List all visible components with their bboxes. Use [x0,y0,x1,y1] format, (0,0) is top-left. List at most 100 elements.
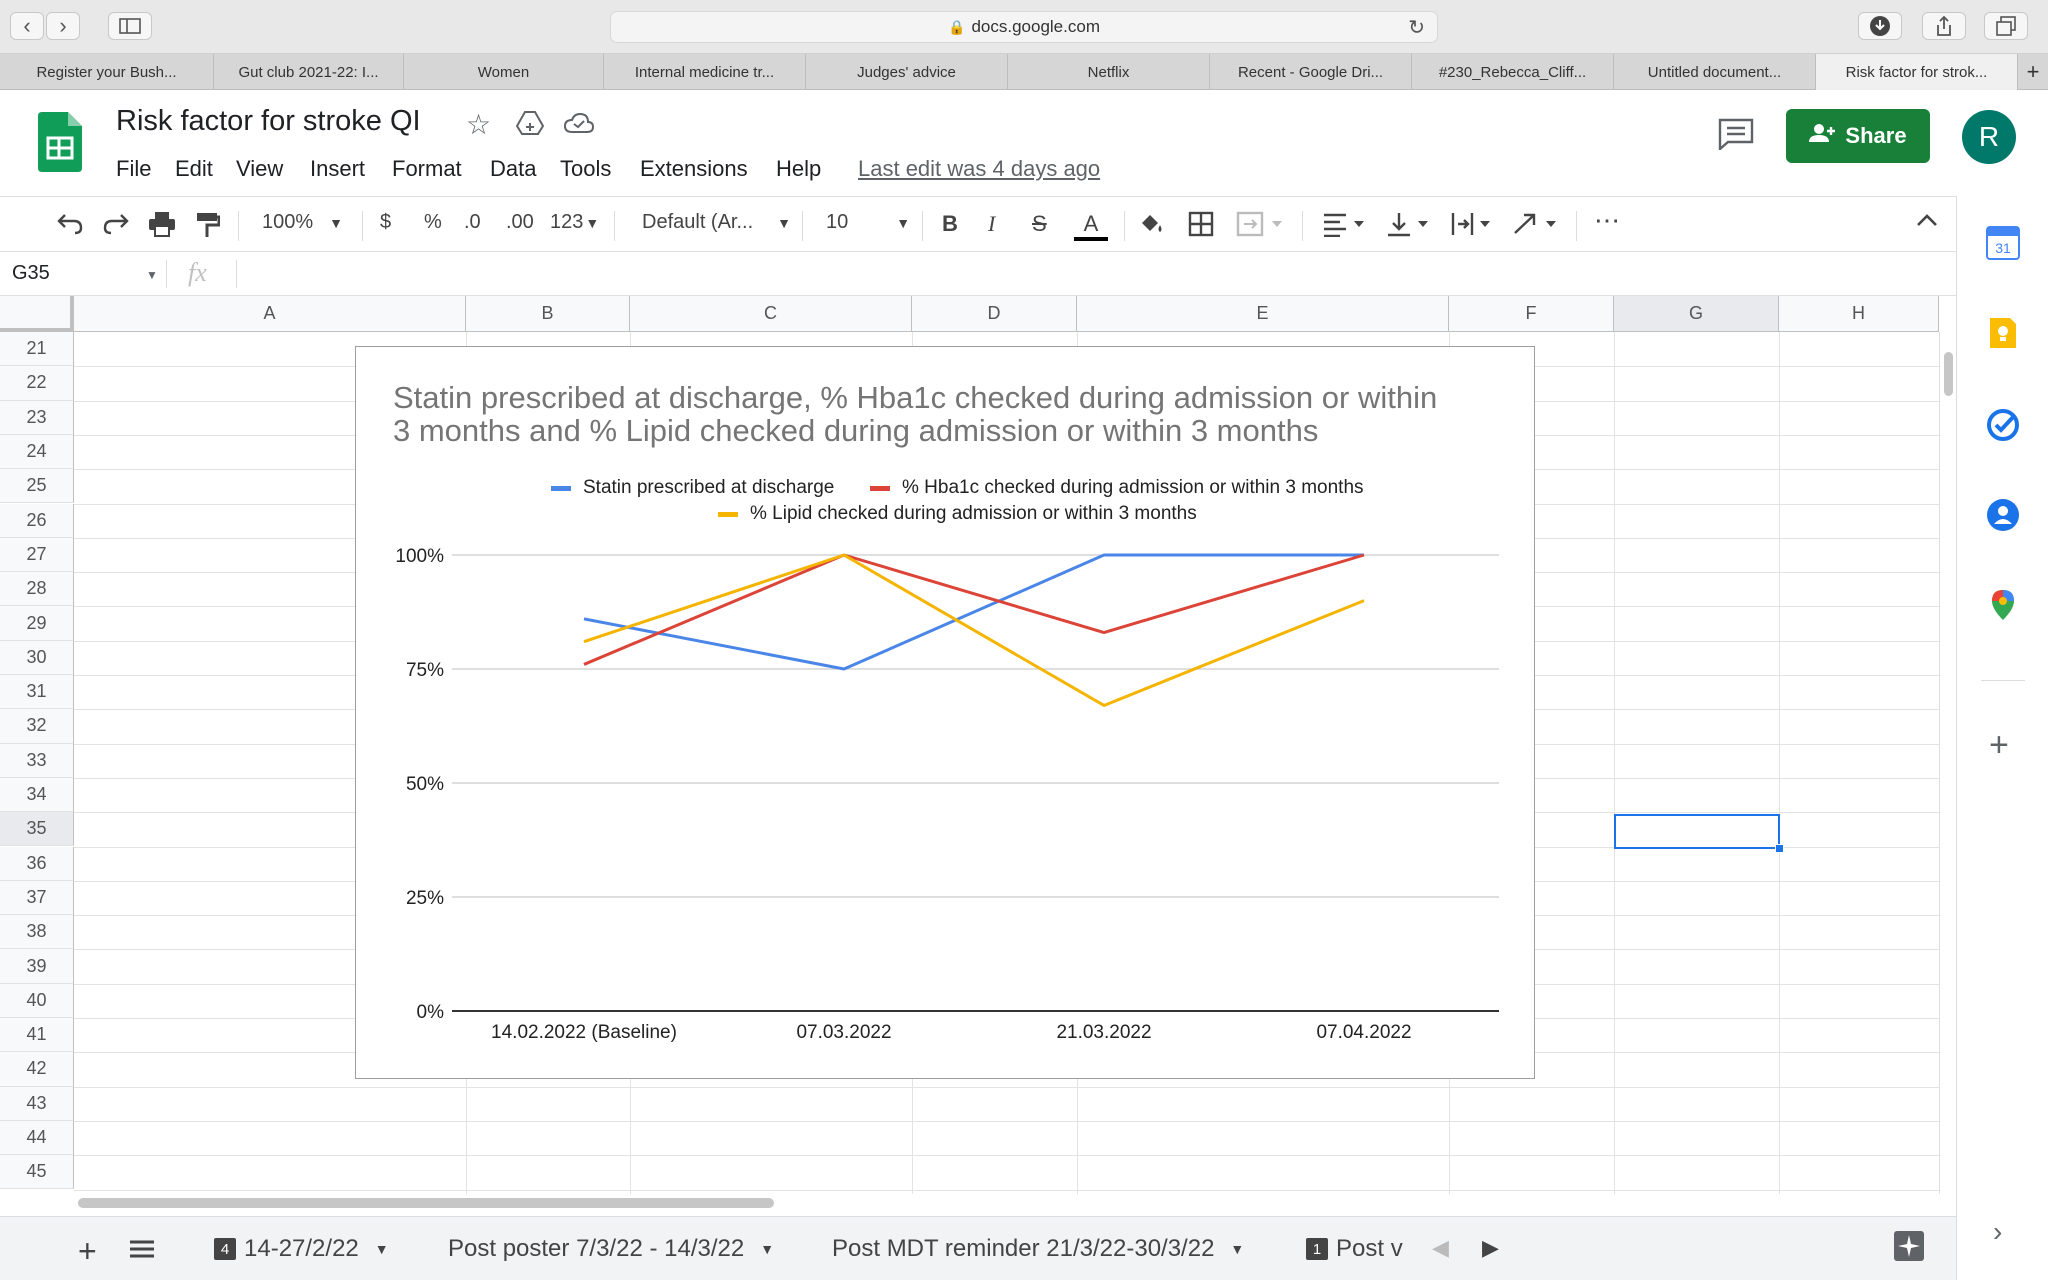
browser-tab[interactable]: Gut club 2021-22: I... [214,54,404,90]
explore-icon[interactable] [1894,1231,1924,1266]
selected-cell[interactable] [1614,814,1780,849]
keep-icon[interactable] [1986,316,2020,350]
fill-color-icon[interactable] [1138,211,1166,243]
italic-button[interactable]: I [988,211,995,237]
borders-icon[interactable] [1188,211,1214,243]
sheets-logo-icon[interactable] [38,112,82,172]
share-button[interactable]: Share [1786,109,1930,163]
sheet-tab[interactable]: Post MDT reminder 21/3/22-30/3/22 ▼ [832,1217,1244,1281]
star-icon[interactable]: ☆ [466,108,491,141]
fill-handle[interactable] [1775,844,1784,853]
currency-format-button[interactable]: $ [380,211,391,234]
formula-input[interactable] [250,262,1930,288]
select-all-corner[interactable] [0,296,74,332]
menu-extensions[interactable]: Extensions [640,156,748,182]
merge-cells-icon[interactable] [1236,211,1288,243]
zoom-select[interactable]: 100% ▼ [262,211,343,234]
text-color-button[interactable]: A [1074,211,1108,241]
share-page-icon[interactable] [1922,12,1966,40]
scroll-tabs-right-icon[interactable]: ▶ [1482,1235,1499,1261]
row-header[interactable]: 44 [0,1120,74,1156]
menu-help[interactable]: Help [776,156,821,182]
last-edit-link[interactable]: Last edit was 4 days ago [858,156,1100,182]
text-rotation-icon[interactable] [1512,211,1564,243]
download-icon[interactable] [1858,12,1902,40]
browser-tab[interactable]: Untitled document... [1614,54,1816,90]
text-wrapping-icon[interactable] [1450,211,1498,243]
browser-tab[interactable]: Internal medicine tr... [604,54,806,90]
print-icon[interactable] [148,211,176,243]
percent-format-button[interactable]: % [424,211,442,234]
tasks-icon[interactable] [1986,408,2020,442]
column-header[interactable]: E [1077,296,1449,332]
row-header[interactable]: 35 [0,812,74,847]
row-header[interactable]: 43 [0,1086,74,1121]
browser-tab-active[interactable]: Risk factor for strok... [1816,54,2018,90]
menu-view[interactable]: View [236,156,283,182]
sidebar-toggle-icon[interactable] [108,12,152,40]
maps-icon[interactable] [1986,588,2020,622]
menu-file[interactable]: File [116,156,151,182]
font-select[interactable]: Default (Ar... ▼ [642,211,791,234]
row-header[interactable]: 25 [0,469,74,504]
back-button[interactable]: ‹ [10,12,44,40]
bold-button[interactable]: B [942,211,958,237]
row-header[interactable]: 41 [0,1018,74,1053]
move-to-drive-icon[interactable] [515,110,545,141]
comments-icon[interactable] [1718,118,1754,155]
get-addons-button[interactable]: + [1989,728,2009,762]
row-header[interactable]: 37 [0,880,74,916]
horizontal-align-icon[interactable] [1322,211,1370,243]
more-options-icon[interactable]: ⋯ [1594,207,1620,233]
collapse-menu-icon[interactable] [1916,211,1938,234]
strikethrough-button[interactable]: S [1032,211,1047,237]
row-header[interactable]: 40 [0,983,74,1018]
vertical-align-icon[interactable] [1386,211,1434,243]
row-header[interactable]: 32 [0,709,74,744]
row-header[interactable]: 45 [0,1155,74,1190]
row-header[interactable]: 31 [0,675,74,710]
new-tab-button[interactable]: + [2018,54,2048,90]
row-header[interactable]: 22 [0,366,74,401]
row-header[interactable]: 23 [0,400,74,435]
avatar[interactable]: R [1962,110,2016,164]
browser-tab[interactable]: Women [404,54,604,90]
expand-panel-icon[interactable]: › [1993,1216,2002,1248]
browser-tab[interactable]: #230_Rebecca_Cliff... [1412,54,1614,90]
font-size-select[interactable]: 10 ▼ [826,211,910,234]
sheet-tab[interactable]: 4 14-27/2/22 ▼ [214,1217,389,1281]
column-header[interactable]: D [912,296,1077,332]
undo-icon[interactable] [56,211,84,241]
forward-button[interactable]: › [46,12,80,40]
row-header[interactable]: 24 [0,434,74,470]
menu-data[interactable]: Data [490,156,536,182]
row-header[interactable]: 27 [0,537,74,573]
column-header[interactable]: A [74,296,466,332]
menu-format[interactable]: Format [392,156,462,182]
row-header[interactable]: 21 [0,332,74,367]
row-header[interactable]: 38 [0,915,74,950]
document-title[interactable]: Risk factor for stroke QI [116,105,421,138]
browser-tab[interactable]: Netflix [1008,54,1210,90]
row-header[interactable]: 30 [0,640,74,675]
browser-tab[interactable]: Judges' advice [806,54,1008,90]
column-header[interactable]: F [1449,296,1614,332]
redo-icon[interactable] [102,211,130,241]
column-header[interactable]: B [466,296,630,332]
calendar-icon[interactable]: 31 [1986,226,2020,260]
chevron-down-icon[interactable]: ▼ [146,268,158,282]
row-header[interactable]: 28 [0,572,74,607]
column-header-selected[interactable]: G [1614,296,1779,332]
address-bar[interactable]: 🔒 docs.google.com ↻ [610,11,1438,43]
sheet-tab[interactable]: Post poster 7/3/22 - 14/3/22 ▼ [448,1217,774,1281]
browser-tab[interactable]: Register your Bush... [0,54,214,90]
scroll-tabs-left-icon[interactable]: ◀ [1432,1235,1449,1261]
row-header[interactable]: 34 [0,777,74,813]
add-sheet-button[interactable]: + [78,1233,97,1270]
increase-decimal-button[interactable]: .00 [506,211,534,234]
contacts-icon[interactable] [1986,498,2020,532]
menu-insert[interactable]: Insert [310,156,365,182]
column-header[interactable]: H [1779,296,1939,332]
all-sheets-icon[interactable] [130,1239,154,1264]
reload-icon[interactable]: ↻ [1408,15,1425,40]
